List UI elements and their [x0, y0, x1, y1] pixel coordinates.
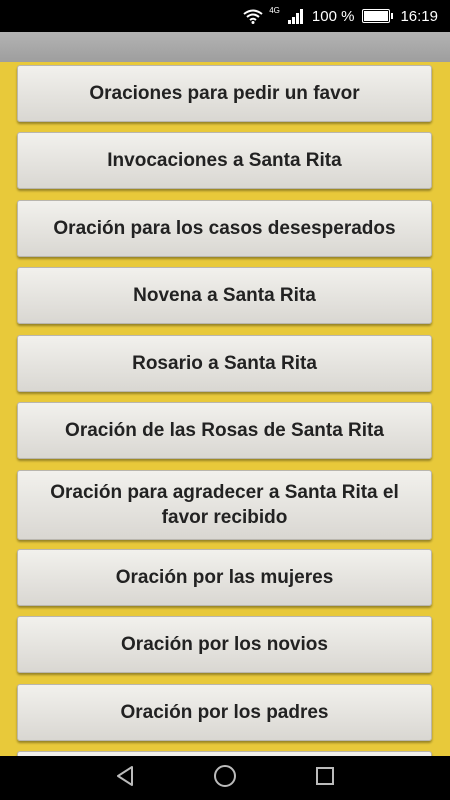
home-button[interactable]: [175, 756, 275, 800]
menu-item-label: Oración por los novios: [121, 634, 328, 655]
menu-item[interactable]: Novena a Santa Rita: [17, 267, 432, 324]
navigation-bar: [0, 756, 450, 800]
menu-item-label: Novena a Santa Rita: [133, 285, 316, 306]
signal-icon: [287, 8, 304, 24]
menu-item-label: Invocaciones a Santa Rita: [107, 150, 342, 171]
menu-item[interactable]: Oración por los padres: [17, 684, 432, 741]
menu-item[interactable]: Oración de las Rosas de Santa Rita: [17, 402, 432, 459]
menu-item-label: Oración para los casos desesperados: [53, 218, 396, 239]
menu-item[interactable]: Oración por los novios: [17, 616, 432, 673]
menu-item-label: Oración de las Rosas de Santa Rita: [65, 420, 384, 441]
menu-item[interactable]: Oración para los casos desesperados: [17, 200, 432, 257]
prayer-list: Oraciones para pedir un favor Invocacion…: [0, 62, 450, 756]
recents-button[interactable]: [275, 756, 375, 800]
recents-icon: [315, 766, 335, 791]
menu-item-label: Rosario a Santa Rita: [132, 353, 317, 374]
network-type: 4G: [269, 5, 280, 15]
battery-icon: [362, 9, 394, 23]
menu-item[interactable]: Oración por las mujeres: [17, 549, 432, 606]
menu-item[interactable]: Rosario a Santa Rita: [17, 335, 432, 392]
home-icon: [213, 764, 237, 793]
back-icon: [115, 765, 135, 792]
battery-percent: 100 %: [311, 7, 355, 25]
menu-item[interactable]: Oración para agradecer a Santa Rita el f…: [17, 470, 432, 540]
menu-item[interactable]: Invocaciones a Santa Rita: [17, 132, 432, 189]
menu-item-label: Oraciones para pedir un favor: [89, 83, 360, 104]
menu-item[interactable]: Oraciones para pedir un favor: [17, 65, 432, 122]
clock: 16:19: [400, 7, 438, 25]
back-button[interactable]: [75, 756, 175, 800]
app-bar: [0, 32, 450, 62]
menu-item-label: Oración por los padres: [120, 702, 329, 723]
status-bar: 4G 100 % 16:19: [0, 0, 450, 32]
menu-item-label: Oración para agradecer a Santa Rita el f…: [50, 482, 399, 528]
menu-item-label: Oración por las mujeres: [115, 567, 334, 588]
wifi-icon: [243, 9, 263, 24]
